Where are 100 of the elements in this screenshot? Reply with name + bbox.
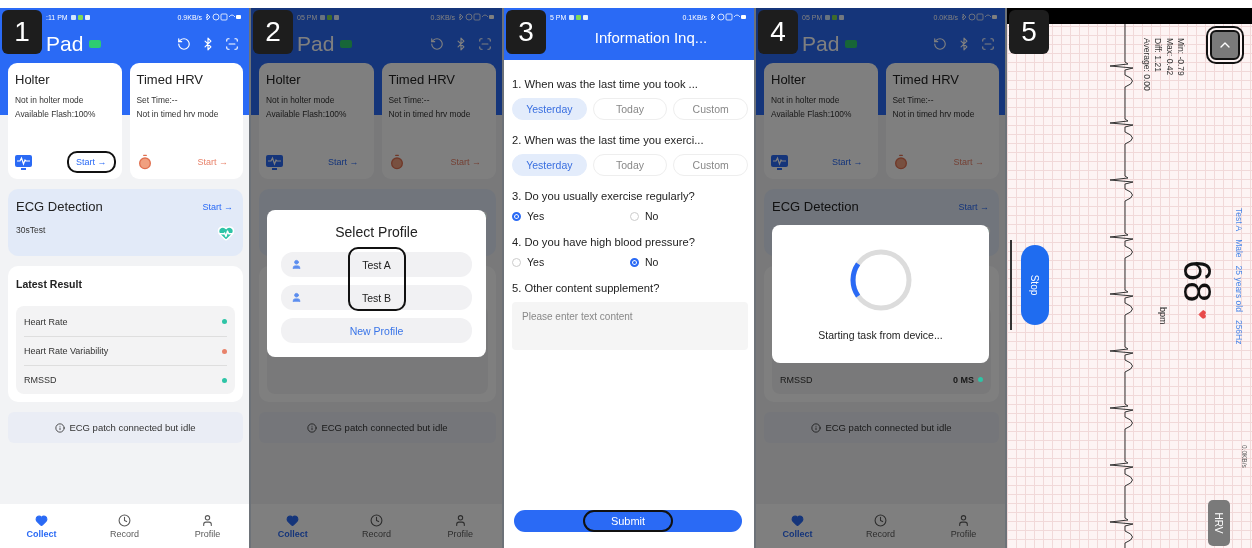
- step-number: 2: [253, 10, 293, 54]
- refresh-icon[interactable]: [177, 37, 191, 51]
- card-title: ECG Detection: [16, 199, 103, 214]
- clock-icon: [874, 513, 887, 527]
- stop-button[interactable]: Stop: [1021, 245, 1049, 325]
- monitor-pulse-icon: [15, 154, 32, 170]
- notice-text: ECG patch connected but idle: [321, 422, 448, 433]
- app-title: Pad: [802, 32, 840, 56]
- card-status-text: Available Flash:100%: [771, 108, 853, 122]
- result-value: 0 MS: [953, 374, 974, 385]
- notice-text: ECG patch connected but idle: [69, 422, 196, 433]
- stat-reading: Diff: 1.21: [1152, 38, 1164, 74]
- card-title: Holter: [771, 72, 807, 87]
- text-input-field[interactable]: Please enter text content: [512, 302, 748, 350]
- info-icon: [811, 422, 822, 433]
- new-profile-button[interactable]: New Profile: [281, 318, 472, 343]
- heart-icon: [35, 513, 48, 527]
- device-indicator-icon: [89, 40, 102, 48]
- app-title: Pad: [297, 32, 335, 56]
- refresh-icon[interactable]: [933, 37, 947, 51]
- card-title: Timed HRV: [388, 72, 456, 87]
- patient-info: Test A: [1234, 208, 1244, 232]
- start-button[interactable]: Start →: [188, 151, 237, 173]
- nav-tab[interactable]: Collect: [251, 504, 335, 548]
- step-number: 1: [2, 10, 42, 54]
- scan-icon[interactable]: [478, 37, 492, 51]
- notice-text: ECG patch connected but idle: [825, 422, 952, 433]
- choice-chip[interactable]: Today: [592, 154, 668, 176]
- result-label: RMSSD: [24, 375, 57, 385]
- nav-tab[interactable]: Collect: [756, 504, 839, 548]
- start-button[interactable]: Start →: [944, 151, 993, 173]
- stat-reading: Average: 0.00: [1140, 38, 1152, 91]
- radio-button[interactable]: [630, 257, 639, 267]
- heart-pulse-icon: [217, 224, 235, 242]
- card-status-text: Not in timed hrv mode: [892, 108, 976, 122]
- dialog-title: Select Profile: [335, 224, 418, 240]
- radio-label: Yes: [527, 210, 545, 222]
- question-text: 5. Other content supplement?: [512, 282, 661, 294]
- hrv-button[interactable]: HRV: [1208, 500, 1230, 546]
- clock-icon: [370, 513, 383, 527]
- nav-tab[interactable]: Profile: [922, 504, 1005, 548]
- stat-reading: Min: -0.79: [1175, 38, 1186, 78]
- device-indicator-icon: [340, 40, 353, 48]
- result-label: Heart Rate Variability: [24, 346, 109, 356]
- start-button[interactable]: Start →: [441, 151, 490, 173]
- loading-message: Starting task from device...: [818, 329, 943, 341]
- notification-icons-drawing: [70, 13, 93, 21]
- start-button[interactable]: Start →: [319, 151, 368, 173]
- radio-label: No: [645, 210, 659, 222]
- monitor-pulse-icon: [266, 154, 283, 170]
- refresh-icon[interactable]: [430, 37, 444, 51]
- start-button[interactable]: Start →: [200, 199, 235, 214]
- test-type-text: 30sTest: [16, 225, 46, 235]
- choice-chip[interactable]: Yesterday: [512, 154, 587, 176]
- card-status-text: Set Time:--: [136, 94, 179, 107]
- result-label: RMSSD: [780, 374, 813, 385]
- radio-label: Yes: [527, 256, 545, 268]
- patient-info: 256Hz: [1234, 319, 1244, 345]
- card-status-text: Set Time:--: [388, 94, 431, 107]
- question-text: 4. Do you have high blood pressure?: [512, 236, 696, 248]
- app-title: Pad: [46, 32, 84, 56]
- card-title: Timed HRV: [892, 72, 960, 87]
- question-text: 2. When was the last time you exerci...: [512, 134, 705, 146]
- profile-option[interactable]: Test B: [281, 285, 472, 310]
- stopwatch-icon: [136, 154, 153, 170]
- nav-tab[interactable]: Record: [83, 504, 166, 548]
- step-number: 3: [506, 10, 546, 54]
- choice-chip[interactable]: Today: [592, 98, 668, 120]
- patient-info: Male: [1234, 239, 1244, 258]
- profile-name: Test B: [361, 291, 392, 304]
- card-status-text: Available Flash:100%: [15, 108, 97, 122]
- card-title: Timed HRV: [136, 72, 204, 87]
- card-status-text: Not in holter mode: [771, 94, 841, 107]
- nav-tab[interactable]: Collect: [0, 504, 83, 548]
- start-button[interactable]: Start →: [67, 151, 116, 173]
- card-status-text: Not in holter mode: [266, 94, 336, 107]
- nav-tab[interactable]: Profile: [166, 504, 249, 548]
- choice-chip[interactable]: Yesterday: [512, 98, 587, 120]
- profile-option[interactable]: Test A: [281, 252, 472, 277]
- step-number: 5: [1009, 10, 1049, 54]
- info-icon: [55, 422, 66, 433]
- patient-info: 25 years old: [1234, 265, 1244, 312]
- nav-tab[interactable]: Record: [334, 504, 419, 548]
- nav-tab[interactable]: Profile: [418, 504, 502, 548]
- heart-icon: [791, 513, 804, 527]
- radio-button[interactable]: [512, 211, 521, 221]
- scan-icon[interactable]: [981, 37, 995, 51]
- nav-tab[interactable]: Record: [839, 504, 922, 548]
- user-icon: [201, 513, 214, 527]
- start-button[interactable]: Start →: [956, 199, 991, 214]
- status-icons-drawing: [205, 13, 241, 21]
- radio-label: No: [645, 256, 659, 268]
- choice-chip[interactable]: Custom: [673, 98, 748, 120]
- scan-icon[interactable]: [225, 37, 239, 51]
- monitor-pulse-icon: [771, 154, 788, 170]
- start-button[interactable]: Start →: [823, 151, 872, 173]
- choice-chip[interactable]: Custom: [673, 154, 748, 176]
- question-text: 3. Do you usually exercise regularly?: [512, 190, 696, 202]
- submit-button[interactable]: Submit: [514, 510, 742, 532]
- stat-reading: Max: 0.42: [1163, 38, 1175, 78]
